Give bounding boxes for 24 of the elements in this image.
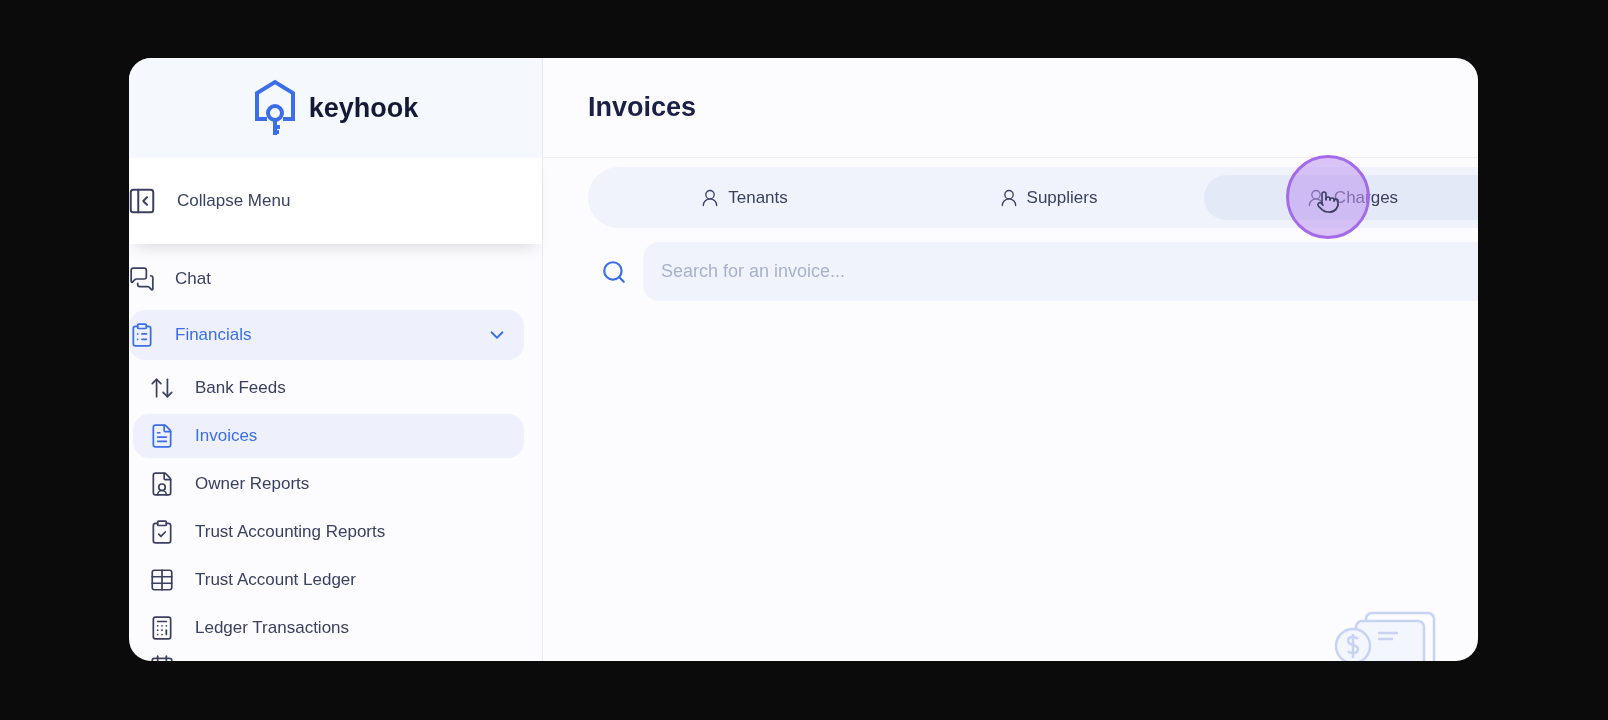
sidebar-subitem[interactable]: Owner Reports <box>133 462 524 506</box>
grid-table-icon <box>149 567 175 593</box>
sidebar-subitem[interactable]: Trust Account Ledger <box>133 558 524 602</box>
brand-name: keyhook <box>308 91 419 125</box>
sidebar-subitem[interactable]: Trust Accounting Reports <box>133 510 524 554</box>
search-icon <box>601 258 627 285</box>
search-field[interactable]: Search for an invoice... <box>643 242 1478 301</box>
chat-bubbles-icon <box>129 266 155 292</box>
house-key-logo-icon <box>252 79 297 137</box>
clipboard-check-icon <box>149 519 175 545</box>
tab[interactable]: Suppliers <box>900 175 1196 220</box>
sidebar-subitem[interactable]: Invoices <box>133 414 524 458</box>
user-document-icon <box>149 471 175 497</box>
sidebar-item[interactable]: Financials <box>129 310 524 360</box>
sidebar-subitem[interactable]: Bank Feeds <box>133 366 524 410</box>
tab[interactable]: Tenants <box>596 175 892 220</box>
collapse-panel-icon <box>129 186 157 216</box>
page-title: Invoices <box>588 91 697 125</box>
calculator-icon <box>149 615 175 641</box>
sidebar-item[interactable]: Chat <box>129 254 524 304</box>
collapse-menu-button[interactable]: Collapse Menu <box>129 158 542 244</box>
sidebar-subitem[interactable]: Ledger Transactions <box>133 606 524 650</box>
up-down-arrows-icon <box>149 375 175 401</box>
document-icon <box>149 423 175 449</box>
